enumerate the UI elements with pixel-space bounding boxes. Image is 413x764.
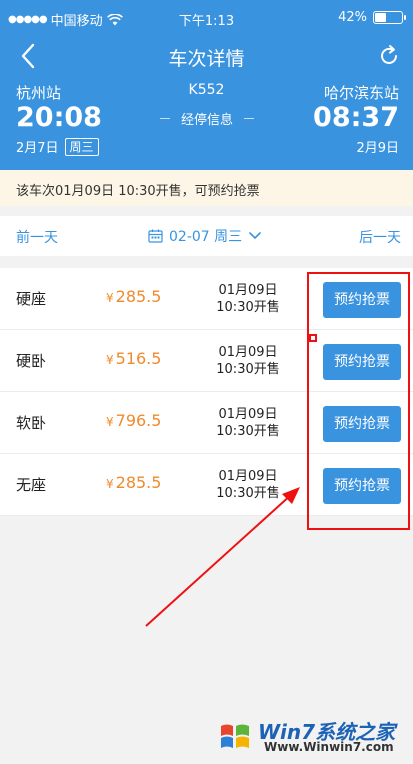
sale-date: 01月09日 — [218, 469, 278, 484]
status-right: 42% — [338, 10, 406, 25]
weekday-badge: 周三 — [64, 137, 99, 156]
seat-price: ¥516.5 — [106, 349, 161, 368]
currency-symbol: ¥ — [106, 415, 114, 429]
sale-hour: 10:30开售 — [216, 486, 280, 501]
price-value: 796.5 — [115, 411, 162, 430]
prev-day-button[interactable]: 前一天 — [16, 227, 58, 247]
annotation-marker — [309, 334, 317, 342]
currency-symbol: ¥ — [106, 353, 114, 367]
battery-level — [375, 13, 386, 22]
sale-time: 01月09日 10:30开售 — [210, 468, 286, 502]
price-value: 516.5 — [115, 349, 162, 368]
currency-symbol: ¥ — [106, 477, 114, 491]
selected-date: 02-07 周三 — [169, 229, 243, 245]
currency-symbol: ¥ — [106, 291, 114, 305]
date-selector[interactable]: 02-07 周三 — [148, 226, 262, 246]
sale-date: 01月09日 — [218, 345, 278, 360]
stops-info-link[interactable]: 经停信息 — [160, 109, 254, 128]
sale-time: 01月09日 10:30开售 — [210, 406, 286, 440]
sale-date: 01月09日 — [218, 283, 278, 298]
header-panel: ●●●●● 中国移动 下午1:13 42% 车次详情 杭州站 K552 哈尔滨东… — [0, 0, 413, 188]
status-bar: ●●●●● 中国移动 下午1:13 42% — [0, 0, 413, 36]
watermark-url: Www.Winwin7.com — [264, 740, 394, 754]
price-value: 285.5 — [115, 473, 162, 492]
depart-date: 2月7日 — [16, 141, 59, 156]
calendar-icon — [148, 229, 163, 243]
refresh-icon[interactable] — [377, 44, 401, 68]
seat-type: 硬座 — [16, 290, 47, 308]
sale-time: 01月09日 10:30开售 — [210, 344, 286, 378]
seat-type: 软卧 — [16, 414, 47, 432]
seat-price: ¥796.5 — [106, 411, 161, 430]
seat-price: ¥285.5 — [106, 287, 161, 306]
depart-time: 20:08 — [16, 102, 102, 133]
seat-type: 硬卧 — [16, 352, 47, 370]
battery-percent: 42% — [338, 10, 367, 25]
arrive-time: 08:37 — [313, 102, 399, 133]
seat-type: 无座 — [16, 476, 47, 494]
page-title: 车次详情 — [168, 48, 245, 70]
battery-icon — [373, 11, 406, 24]
day-switch-bar: 前一天 02-07 周三 后一天 — [0, 216, 413, 256]
sale-time: 01月09日 10:30开售 — [210, 282, 286, 316]
to-station: 哈尔滨东站 — [323, 84, 399, 102]
stops-line-right — [244, 118, 254, 119]
watermark: Win7系统之家 Www.Winwin7.com — [218, 714, 410, 760]
stops-line-left — [160, 118, 170, 119]
sale-date: 01月09日 — [218, 407, 278, 422]
seat-price: ¥285.5 — [106, 473, 161, 492]
depart-date-group: 2月7日 周三 — [16, 137, 99, 156]
arrive-date: 2月9日 — [356, 141, 399, 156]
price-value: 285.5 — [115, 287, 162, 306]
sale-notice: 该车次01月09日 10:30开售，可预约抢票 — [0, 170, 413, 206]
stops-info-label: 经停信息 — [180, 113, 233, 128]
sale-hour: 10:30开售 — [216, 362, 280, 377]
chevron-down-icon — [249, 232, 261, 240]
next-day-button[interactable]: 后一天 — [359, 227, 401, 247]
sale-hour: 10:30开售 — [216, 300, 280, 315]
annotation-highlight-box — [307, 272, 410, 530]
sale-hour: 10:30开售 — [216, 424, 280, 439]
windows-logo-icon — [221, 724, 249, 748]
nav-bar: 车次详情 — [0, 38, 413, 74]
